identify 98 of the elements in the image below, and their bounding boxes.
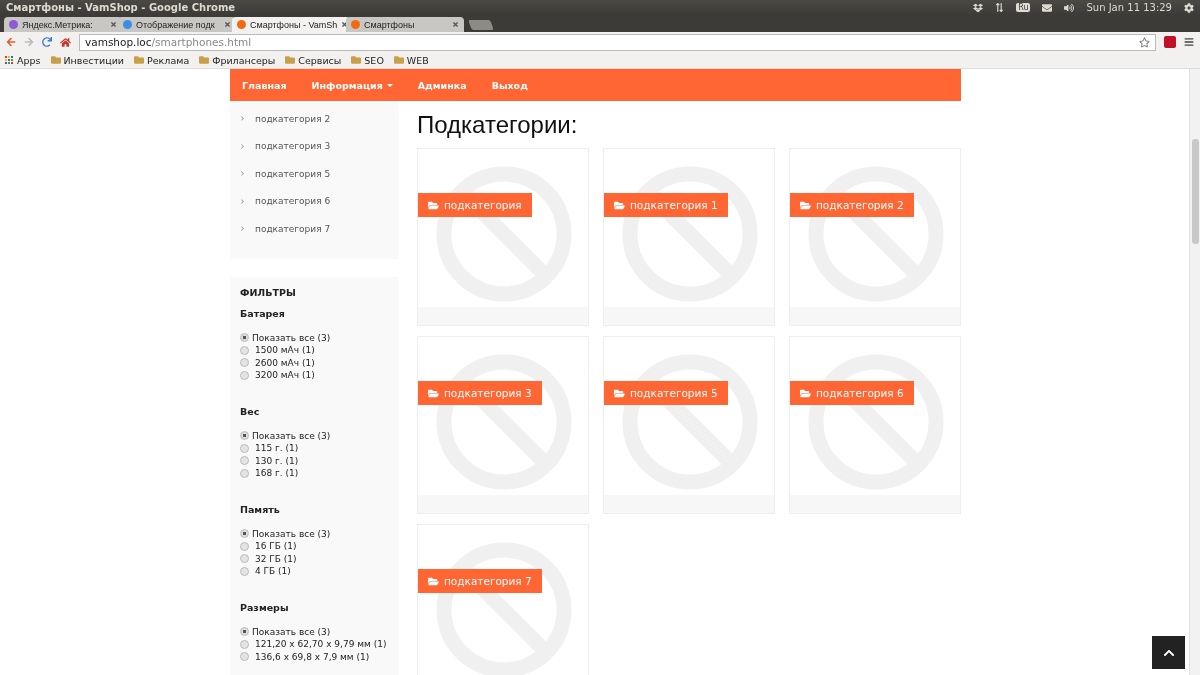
bookmark[interactable]: SEO: [351, 54, 384, 66]
window-title: Смартфоны - VamShop - Google Chrome: [6, 2, 236, 13]
radio-button[interactable]: [240, 566, 249, 576]
radio-button[interactable]: [240, 345, 249, 355]
category-link[interactable]: подкатегория 5: [230, 160, 399, 188]
category-link[interactable]: подкатегория 3: [230, 132, 399, 160]
chevron-icon: [240, 226, 245, 232]
subcategory-label: подкатегория 5: [604, 381, 728, 405]
filter-group-title: Батарея: [240, 307, 286, 319]
folder-icon: [285, 55, 296, 65]
filter-group-title: Память: [240, 503, 281, 515]
bookmark[interactable]: Фрилансеры: [199, 54, 276, 66]
radio-button[interactable]: [240, 639, 249, 649]
back-to-top-button[interactable]: [1152, 636, 1185, 669]
radio-option[interactable]: Показать все (3): [240, 331, 389, 344]
subcategory-label: подкатегория 2: [790, 193, 914, 217]
keyboard-indicator[interactable]: Ru: [1016, 3, 1031, 12]
star-icon[interactable]: [1139, 36, 1150, 48]
radio-button[interactable]: [240, 554, 249, 564]
folder-icon: [428, 199, 439, 211]
radio-option[interactable]: Показать все (3): [240, 429, 389, 442]
bookmark[interactable]: Инвестиции: [50, 54, 125, 66]
browser-tab[interactable]: Смартфоны: [346, 17, 464, 32]
folder-icon: [614, 199, 625, 211]
folder-icon: [800, 387, 811, 399]
radio-button[interactable]: [240, 627, 249, 637]
menu-icon[interactable]: [1184, 37, 1194, 47]
back-icon[interactable]: [6, 37, 16, 47]
scroll-thumb[interactable]: [1192, 139, 1199, 244]
bookmark[interactable]: Сервисы: [285, 54, 342, 66]
scrollbar[interactable]: [1189, 69, 1200, 675]
close-icon[interactable]: [110, 21, 117, 28]
filter-group-title: Вес: [240, 405, 261, 417]
clock[interactable]: Sun Jan 11 13:29: [1086, 2, 1172, 13]
folder-icon: [428, 387, 439, 399]
radio-option[interactable]: 4 ГБ (1): [240, 565, 389, 578]
radio-button[interactable]: [240, 468, 249, 478]
folder-icon: [50, 55, 61, 65]
radio-button[interactable]: [240, 652, 249, 662]
radio-button[interactable]: [240, 370, 249, 380]
new-tab-button[interactable]: [468, 20, 494, 30]
radio-button[interactable]: [240, 541, 249, 551]
home-icon[interactable]: [60, 36, 71, 48]
radio-button[interactable]: [240, 456, 249, 466]
reload-icon[interactable]: [42, 37, 52, 47]
chevron-icon: [240, 116, 245, 122]
radio-button[interactable]: [240, 529, 249, 539]
subcategory-label: подкатегория: [418, 193, 532, 217]
dropbox-icon[interactable]: [973, 2, 984, 13]
close-icon[interactable]: [224, 21, 231, 28]
volume-icon[interactable]: [1064, 2, 1075, 13]
subcategory-label: подкатегория 3: [418, 381, 542, 405]
chevron-icon: [240, 171, 245, 177]
bookmark[interactable]: WEB: [393, 54, 429, 66]
subcategory-label: подкатегория 6: [790, 381, 914, 405]
radio-button[interactable]: [240, 443, 249, 453]
folder-icon: [800, 199, 811, 211]
chevron-icon: [240, 143, 245, 149]
radio-option[interactable]: 16 ГБ (1): [240, 540, 389, 553]
apps-icon: [5, 55, 14, 65]
bookmark[interactable]: Apps: [5, 54, 41, 66]
radio-option[interactable]: 32 ГБ (1): [240, 552, 389, 565]
radio-option[interactable]: 121,20 x 62,70 x 9,79 мм (1): [240, 638, 389, 651]
subcategory-label: подкатегория 7: [418, 569, 542, 593]
page-heading: Подкатегории:: [417, 111, 579, 139]
category-link[interactable]: подкатегория 2: [230, 105, 399, 133]
address-bar[interactable]: vamshop.loc/smartphones.html: [79, 33, 1156, 51]
folder-icon: [134, 55, 145, 65]
radio-option[interactable]: 115 г. (1): [240, 442, 389, 455]
category-link[interactable]: подкатегория 6: [230, 187, 399, 215]
mail-icon[interactable]: [1042, 2, 1053, 13]
settings-icon[interactable]: [1184, 2, 1194, 13]
network-icon[interactable]: [995, 3, 1005, 12]
close-icon[interactable]: [452, 21, 459, 28]
subcategory-label: подкатегория 1: [604, 193, 728, 217]
filter-group-title: Размеры: [240, 601, 290, 613]
bookmark[interactable]: Реклама: [134, 54, 190, 66]
folder-icon: [614, 387, 625, 399]
folder-icon: [351, 55, 362, 65]
radio-option[interactable]: 1500 мАч (1): [240, 344, 389, 357]
caret-icon: [386, 83, 393, 87]
radio-button[interactable]: [240, 431, 249, 441]
filter-title: ФИЛЬТРЫ: [240, 286, 297, 298]
extension-icon[interactable]: [1164, 36, 1176, 48]
radio-option[interactable]: Показать все (3): [240, 527, 389, 540]
radio-option[interactable]: 2600 мАч (1): [240, 356, 389, 369]
folder-icon: [393, 55, 404, 65]
radio-option[interactable]: 168 г. (1): [240, 467, 389, 480]
chevron-icon: [240, 198, 245, 204]
radio-option[interactable]: 136,6 x 69,8 x 7,9 мм (1): [240, 650, 389, 663]
radio-option[interactable]: 130 г. (1): [240, 454, 389, 467]
category-link[interactable]: подкатегория 7: [230, 215, 399, 243]
folder-icon: [428, 575, 439, 587]
radio-option[interactable]: Показать все (3): [240, 625, 389, 638]
folder-icon: [199, 55, 210, 65]
radio-button[interactable]: [240, 333, 249, 343]
radio-button[interactable]: [240, 358, 249, 368]
radio-option[interactable]: 3200 мАч (1): [240, 369, 389, 382]
